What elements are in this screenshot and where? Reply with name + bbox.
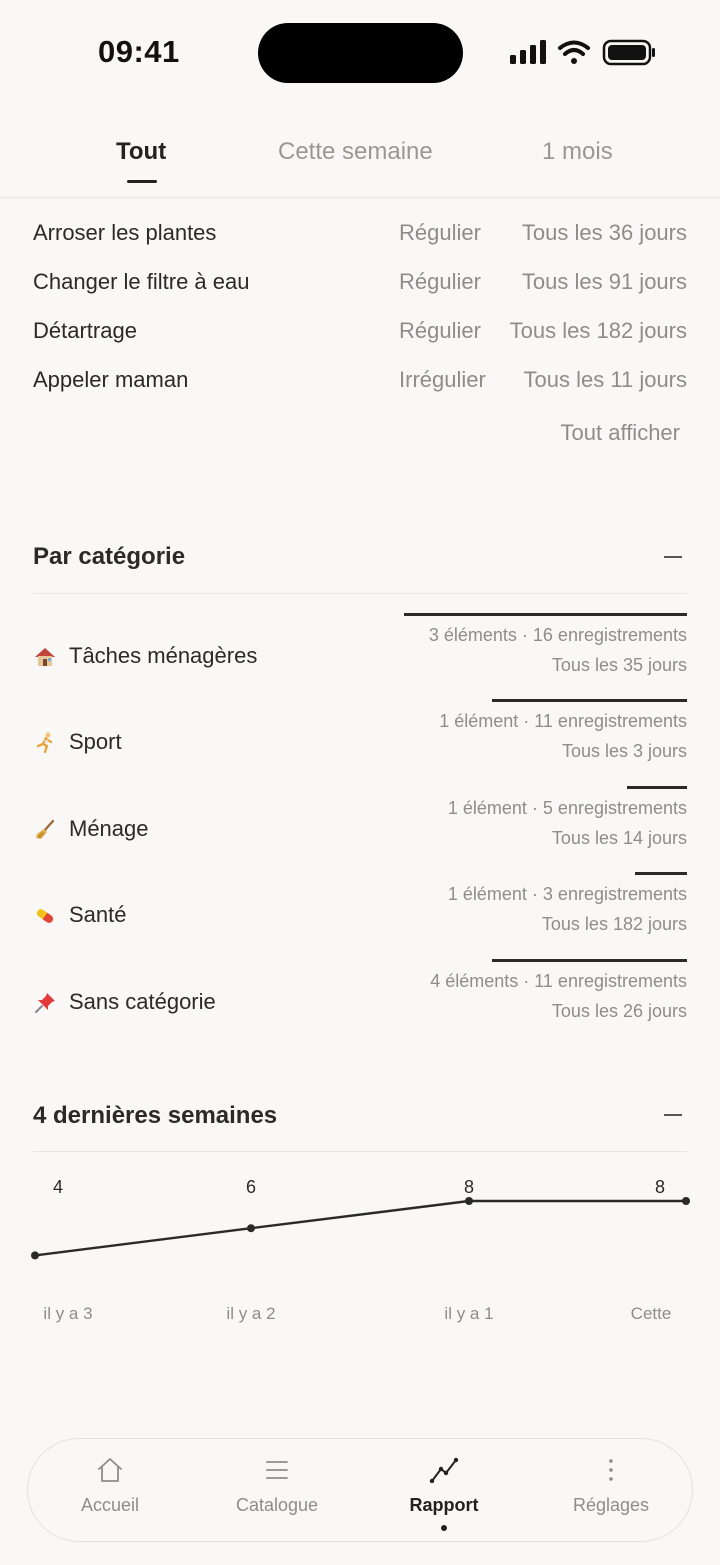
- item-row[interactable]: Détartrage Régulier Tous les 182 jours: [33, 318, 687, 358]
- item-kind: Régulier: [399, 220, 481, 245]
- item-name: Arroser les plantes: [33, 220, 217, 245]
- item-frequency: Tous les 36 jours: [521, 220, 687, 245]
- nav-rapport[interactable]: Rapport: [374, 1439, 514, 1543]
- collapse-categories-icon[interactable]: [664, 556, 682, 558]
- item-frequency: Tous les 91 jours: [521, 269, 687, 294]
- series-line: [34, 1199, 686, 1257]
- nav-label: Catalogue: [235, 1495, 319, 1515]
- category-label: Tâches ménagères: [69, 643, 258, 668]
- bottom-navigation: Accueil Catalogue Rapport Réglages: [27, 1438, 693, 1542]
- divider: [33, 1151, 687, 1152]
- category-stats: 1 élément · 5 enregistrements: [447, 798, 687, 818]
- category-share-bar: [492, 699, 687, 702]
- status-time: 09:41: [98, 34, 180, 69]
- item-row[interactable]: Appeler maman Irrégulier Tous les 11 jou…: [33, 367, 687, 407]
- house-icon: [35, 648, 55, 666]
- divider: [33, 593, 687, 594]
- status-icons: [510, 39, 655, 66]
- list-icon: [266, 1461, 288, 1479]
- item-frequency: Tous les 182 jours: [509, 318, 687, 343]
- active-tab-indicator: [127, 180, 157, 183]
- item-name: Changer le filtre à eau: [33, 269, 250, 294]
- x-tick-label: il y a 3: [43, 1304, 92, 1323]
- item-name: Appeler maman: [33, 367, 189, 392]
- category-row[interactable]: Santé 1 élément · 3 enregistrements Tous…: [33, 872, 687, 958]
- x-tick-label: il y a 1: [444, 1304, 493, 1323]
- data-label: 4: [53, 1177, 63, 1197]
- item-row[interactable]: Arroser les plantes Régulier Tous les 36…: [33, 220, 687, 260]
- data-point: [247, 1224, 255, 1233]
- data-point: [31, 1251, 39, 1260]
- category-stats: 1 élément · 11 enregistrements: [439, 711, 687, 731]
- status-bar: 09:41: [0, 0, 720, 100]
- category-label: Santé: [69, 902, 127, 927]
- x-tick-label: il y a 2: [226, 1304, 275, 1323]
- category-frequency: Tous les 14 jours: [551, 828, 687, 848]
- data-label: 8: [655, 1177, 665, 1197]
- signal-icon: [510, 40, 546, 64]
- nav-label: Rapport: [409, 1495, 479, 1515]
- x-tick-label: Cette: [631, 1304, 672, 1323]
- nav-reglages[interactable]: Réglages: [541, 1439, 681, 1543]
- item-frequency: Tous les 11 jours: [523, 367, 687, 392]
- collapse-weeks-icon[interactable]: [664, 1114, 682, 1116]
- battery-icon: [602, 39, 655, 66]
- category-share-bar: [492, 959, 687, 962]
- data-label: 8: [464, 1177, 474, 1197]
- category-stats: 4 éléments · 11 enregistrements: [430, 971, 687, 991]
- category-frequency: Tous les 35 jours: [551, 655, 687, 675]
- category-share-bar: [635, 872, 687, 875]
- dynamic-island: [258, 23, 463, 83]
- weeks-section-title: 4 dernières semaines: [33, 1102, 278, 1129]
- category-row[interactable]: Ménage 1 élément · 5 enregistrements Tou…: [33, 786, 687, 872]
- category-stats: 3 éléments · 16 enregistrements: [428, 625, 687, 645]
- tab-tout[interactable]: Tout: [116, 138, 166, 166]
- category-label: Ménage: [69, 816, 149, 841]
- runner-icon: [36, 732, 53, 754]
- category-row[interactable]: Tâches ménagères 3 éléments · 16 enregis…: [33, 613, 687, 699]
- pill-icon: [36, 909, 54, 923]
- wifi-icon: [558, 40, 590, 64]
- category-row[interactable]: Sans catégorie 4 éléments · 11 enregistr…: [33, 959, 687, 1045]
- categories-section-title: Par catégorie: [33, 543, 186, 570]
- item-kind: Irrégulier: [399, 367, 486, 392]
- item-row[interactable]: Changer le filtre à eau Régulier Tous le…: [33, 269, 687, 309]
- category-share-bar: [627, 786, 687, 789]
- pushpin-icon: [35, 993, 55, 1013]
- item-name: Détartrage: [33, 318, 137, 343]
- broom-icon: [36, 819, 55, 839]
- nav-accueil[interactable]: Accueil: [40, 1439, 180, 1543]
- category-frequency: Tous les 3 jours: [561, 741, 687, 761]
- category-frequency: Tous les 182 jours: [541, 914, 687, 934]
- period-tabs: Tout Cette semaine 1 mois: [0, 120, 720, 198]
- tab-cette-semaine[interactable]: Cette semaine: [278, 138, 433, 166]
- category-stats: 1 élément · 3 enregistrements: [447, 884, 687, 904]
- chart-line-icon: [429, 1457, 459, 1484]
- show-all-link[interactable]: Tout afficher: [561, 420, 680, 446]
- nav-catalogue[interactable]: Catalogue: [207, 1439, 347, 1543]
- nav-label: Accueil: [80, 1495, 140, 1515]
- nav-label: Réglages: [572, 1495, 650, 1515]
- category-label: Sans catégorie: [69, 989, 216, 1014]
- tab-1-mois[interactable]: 1 mois: [542, 138, 613, 166]
- category-share-bar: [404, 613, 687, 616]
- data-point: [682, 1197, 690, 1205]
- category-row[interactable]: Sport 1 élément · 11 enregistrements Tou…: [33, 699, 687, 785]
- active-nav-indicator: [441, 1525, 447, 1531]
- item-kind: Régulier: [399, 318, 481, 343]
- item-kind: Régulier: [399, 269, 481, 294]
- data-label: 6: [246, 1177, 256, 1197]
- weekly-line-chart: 4 il y a 3 6 il y a 2 8 il y a 1 8 Cette: [31, 1177, 690, 1323]
- home-icon: [98, 1458, 122, 1482]
- data-point: [465, 1197, 473, 1205]
- more-vertical-icon: [609, 1459, 613, 1481]
- category-label: Sport: [69, 729, 122, 754]
- category-frequency: Tous les 26 jours: [551, 1001, 687, 1021]
